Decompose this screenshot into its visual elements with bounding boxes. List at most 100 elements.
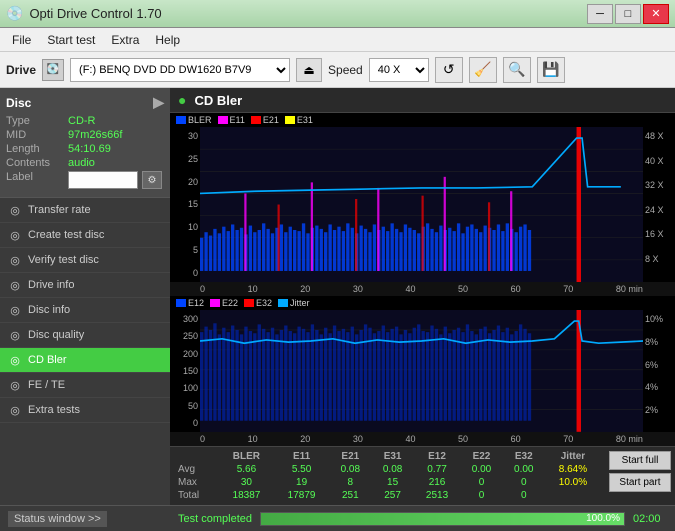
total-e22: 0 bbox=[460, 489, 502, 502]
legend-e12-color bbox=[176, 299, 186, 307]
sidebar-item-transfer-rate[interactable]: ◎ Transfer rate bbox=[0, 198, 170, 223]
main-layout: Disc ▶ Type CD-R MID 97m26s66f Length 54… bbox=[0, 88, 675, 505]
title-bar-left: 💿 Opti Drive Control 1.70 bbox=[6, 5, 162, 22]
total-e12: 2513 bbox=[414, 489, 461, 502]
max-e32: 0 bbox=[503, 476, 545, 489]
total-e31: 257 bbox=[371, 489, 413, 502]
legend-bler-color bbox=[176, 116, 186, 124]
disc-type-value: CD-R bbox=[68, 115, 96, 127]
sidebar-item-drive-info[interactable]: ◎ Drive info bbox=[0, 273, 170, 298]
disc-settings-button[interactable]: ⚙ bbox=[142, 171, 162, 189]
max-e22: 0 bbox=[460, 476, 502, 489]
progress-bar: 100.0% bbox=[260, 512, 625, 526]
title-bar-controls: ─ □ ✕ bbox=[587, 4, 669, 24]
eject-button[interactable]: ⏏ bbox=[296, 58, 322, 82]
top-chart-container: BLER E11 E21 E31 302520151050 bbox=[170, 113, 675, 282]
extra-tests-icon: ◎ bbox=[8, 403, 22, 417]
erase-button[interactable]: 🧹 bbox=[469, 57, 497, 83]
total-bler: 18387 bbox=[219, 489, 274, 502]
menu-start-test[interactable]: Start test bbox=[39, 31, 103, 49]
maximize-button[interactable]: □ bbox=[615, 4, 641, 24]
avg-e12: 0.77 bbox=[414, 463, 461, 476]
disc-label-label: Label bbox=[6, 171, 64, 189]
bottom-chart-svg bbox=[200, 310, 643, 432]
cd-bler-icon: ◎ bbox=[8, 353, 22, 367]
max-e31: 15 bbox=[371, 476, 413, 489]
status-time: 02:00 bbox=[633, 513, 667, 525]
disc-contents-row: Contents audio bbox=[6, 157, 164, 169]
disc-type-row: Type CD-R bbox=[6, 115, 164, 127]
disc-contents-value: audio bbox=[68, 157, 95, 169]
top-legend: BLER E11 E21 E31 bbox=[170, 113, 675, 127]
max-bler: 30 bbox=[219, 476, 274, 489]
stat-col-bler: BLER bbox=[219, 450, 274, 463]
stat-col-e32: E32 bbox=[503, 450, 545, 463]
sidebar-item-disc-quality[interactable]: ◎ Disc quality bbox=[0, 323, 170, 348]
total-e21: 251 bbox=[329, 489, 371, 502]
start-full-button[interactable]: Start full bbox=[609, 451, 671, 470]
stat-col-e21: E21 bbox=[329, 450, 371, 463]
disc-panel-title: Disc bbox=[6, 96, 31, 110]
status-text: Test completed bbox=[178, 513, 252, 525]
disc-panel-arrow[interactable]: ▶ bbox=[153, 94, 164, 111]
refresh-button[interactable]: ↺ bbox=[435, 57, 463, 83]
sidebar-item-create-test-disc[interactable]: ◎ Create test disc bbox=[0, 223, 170, 248]
avg-bler: 5.66 bbox=[219, 463, 274, 476]
sidebar-item-label: Transfer rate bbox=[28, 204, 91, 216]
total-label: Total bbox=[174, 489, 219, 502]
close-button[interactable]: ✕ bbox=[643, 4, 669, 24]
bottom-chart-plot bbox=[200, 310, 643, 432]
sidebar-item-extra-tests[interactable]: ◎ Extra tests bbox=[0, 398, 170, 423]
top-chart-plot bbox=[200, 127, 643, 282]
max-e11: 19 bbox=[274, 476, 329, 489]
sidebar-item-cd-bler[interactable]: ◎ CD Bler bbox=[0, 348, 170, 373]
start-part-button[interactable]: Start part bbox=[609, 473, 671, 492]
bottom-y-axis-right: 10%8%6%4%2% bbox=[643, 310, 675, 432]
sidebar-item-label: Drive info bbox=[28, 279, 74, 291]
legend-e21: E21 bbox=[251, 115, 279, 125]
status-window-button[interactable]: Status window >> bbox=[8, 511, 107, 527]
x-axis-top: 01020304050607080 min bbox=[170, 282, 675, 296]
menu-extra[interactable]: Extra bbox=[103, 31, 147, 49]
scan-button[interactable]: 🔍 bbox=[503, 57, 531, 83]
total-e11: 17879 bbox=[274, 489, 329, 502]
disc-type-label: Type bbox=[6, 115, 64, 127]
sidebar-item-label: Create test disc bbox=[28, 229, 104, 241]
stat-col-e22: E22 bbox=[460, 450, 502, 463]
drive-bar: Drive 💽 (F:) BENQ DVD DD DW1620 B7V9 ⏏ S… bbox=[0, 52, 675, 88]
disc-label-input[interactable] bbox=[68, 171, 138, 189]
stat-col-e11: E11 bbox=[274, 450, 329, 463]
menu-help[interactable]: Help bbox=[147, 31, 188, 49]
chart-title: CD Bler bbox=[194, 93, 242, 108]
avg-e32: 0.00 bbox=[503, 463, 545, 476]
disc-length-row: Length 54:10.69 bbox=[6, 143, 164, 155]
legend-e32-color bbox=[244, 299, 254, 307]
sidebar-item-label: Extra tests bbox=[28, 404, 80, 416]
legend-bler: BLER bbox=[176, 115, 212, 125]
app-title: Opti Drive Control 1.70 bbox=[29, 6, 161, 21]
legend-e32: E32 bbox=[244, 298, 272, 308]
legend-e21-label: E21 bbox=[263, 115, 279, 125]
sidebar-item-fe-te[interactable]: ◎ FE / TE bbox=[0, 373, 170, 398]
disc-mid-row: MID 97m26s66f bbox=[6, 129, 164, 141]
bottom-y-axis-left: 300250200150100500 bbox=[170, 310, 200, 432]
legend-e22-color bbox=[210, 299, 220, 307]
legend-e12: E12 bbox=[176, 298, 204, 308]
save-button[interactable]: 💾 bbox=[537, 57, 565, 83]
speed-select[interactable]: 40 X bbox=[369, 58, 429, 82]
status-bar: Status window >> Test completed 100.0% 0… bbox=[0, 505, 675, 531]
minimize-button[interactable]: ─ bbox=[587, 4, 613, 24]
menu-file[interactable]: File bbox=[4, 31, 39, 49]
sidebar-item-verify-test-disc[interactable]: ◎ Verify test disc bbox=[0, 248, 170, 273]
disc-mid-value: 97m26s66f bbox=[68, 129, 122, 141]
chart-header: ● CD Bler bbox=[170, 88, 675, 113]
disc-contents-label: Contents bbox=[6, 157, 64, 169]
app-icon: 💿 bbox=[6, 5, 23, 22]
legend-bler-label: BLER bbox=[188, 115, 212, 125]
sidebar-item-disc-info[interactable]: ◎ Disc info bbox=[0, 298, 170, 323]
top-y-axis-right: 48 X40 X32 X24 X16 X8 X bbox=[643, 127, 675, 282]
bottom-legend: E12 E22 E32 Jitter bbox=[170, 296, 675, 310]
legend-e11-color bbox=[218, 116, 228, 124]
drive-select[interactable]: (F:) BENQ DVD DD DW1620 B7V9 bbox=[70, 58, 290, 82]
status-right: Test completed 100.0% 02:00 bbox=[170, 512, 675, 526]
